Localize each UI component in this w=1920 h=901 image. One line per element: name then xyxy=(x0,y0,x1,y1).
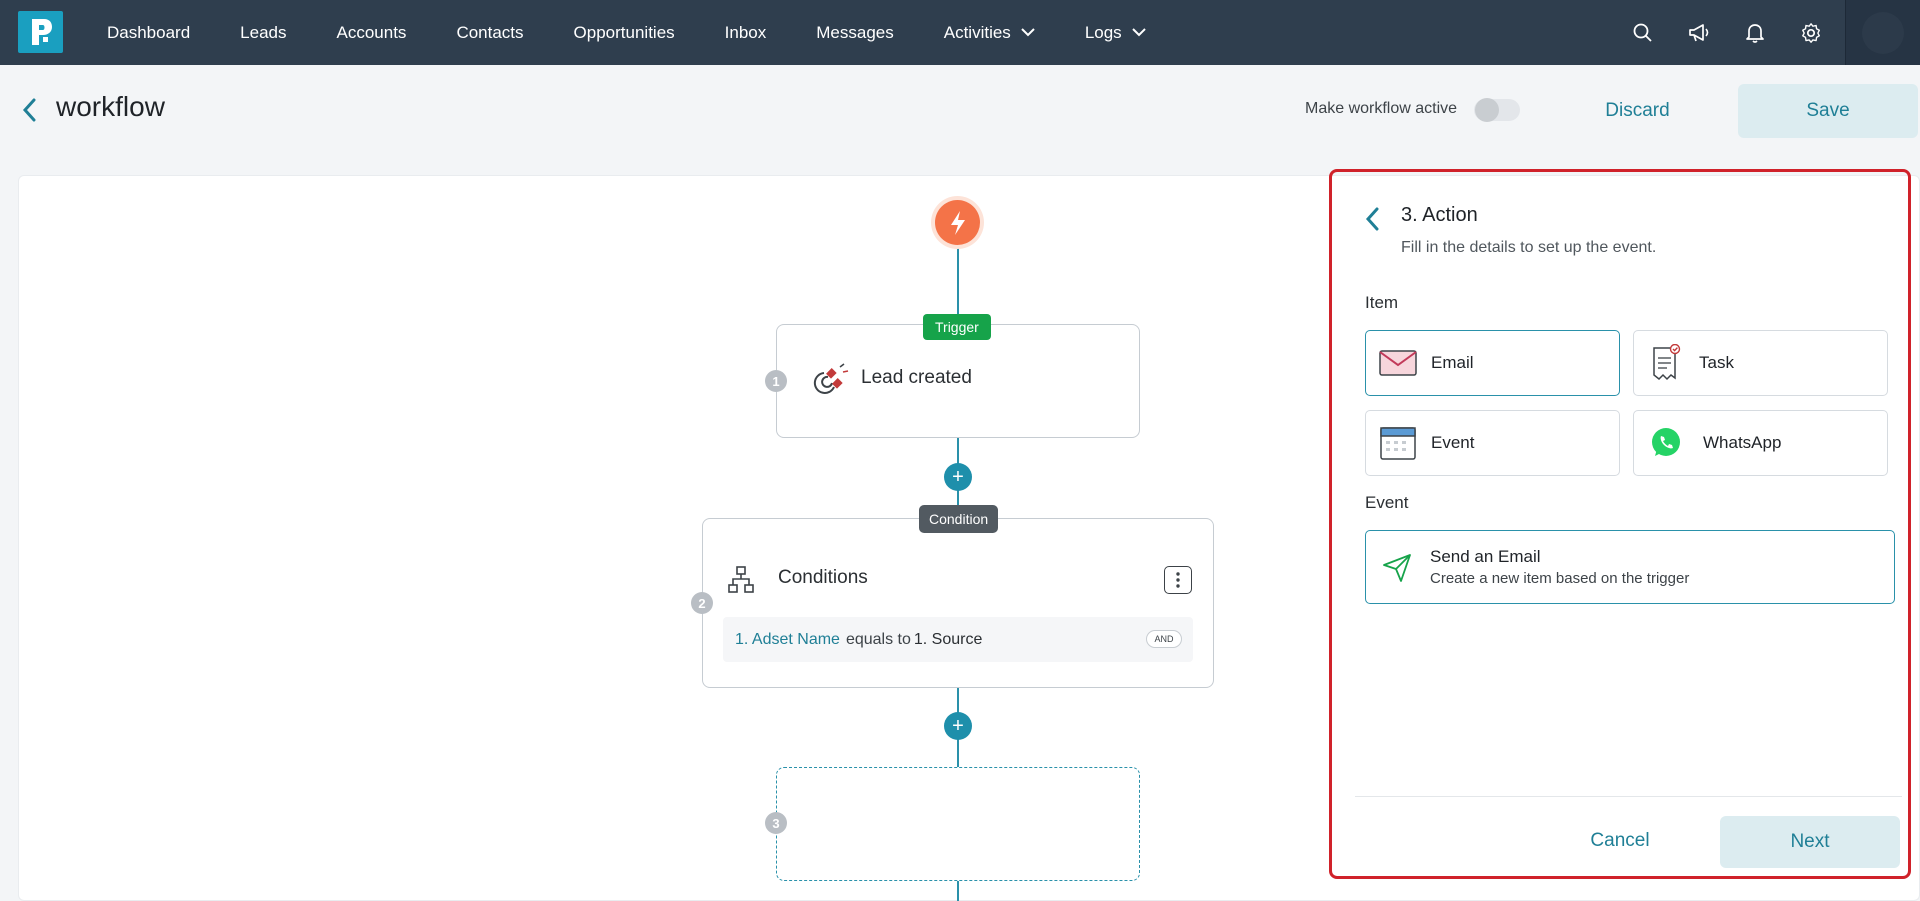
search-icon[interactable] xyxy=(1615,0,1671,65)
condition-value: 1. Source xyxy=(913,630,983,648)
connector-line xyxy=(957,881,959,901)
trigger-tag: Trigger xyxy=(923,314,991,340)
item-option-event[interactable]: Event xyxy=(1365,410,1620,476)
workflow-active-label: Make workflow active xyxy=(1305,100,1458,117)
and-badge[interactable]: AND xyxy=(1146,630,1182,648)
item-option-label: Email xyxy=(1431,353,1474,372)
chevron-down-icon xyxy=(1021,28,1035,37)
item-option-email[interactable]: Email xyxy=(1365,330,1620,396)
item-option-label: Task xyxy=(1699,353,1734,372)
avatar[interactable] xyxy=(1862,11,1904,54)
page-title: workflow xyxy=(56,91,165,122)
cancel-button[interactable]: Cancel xyxy=(1570,815,1670,867)
step-number: 1 xyxy=(765,370,787,392)
event-option-send-email[interactable]: Send an Email Create a new item based on… xyxy=(1365,530,1895,604)
top-nav: Dashboard Leads Accounts Contacts Opport… xyxy=(0,0,1920,65)
item-option-task[interactable]: Task xyxy=(1633,330,1888,396)
hierarchy-icon xyxy=(728,566,754,599)
nav-opportunities[interactable]: Opportunities xyxy=(549,23,700,43)
event-section-label: Event xyxy=(1365,493,1409,512)
add-step-button[interactable]: + xyxy=(944,712,972,740)
calendar-icon xyxy=(1379,424,1417,462)
gear-icon[interactable] xyxy=(1783,0,1839,65)
step-card-conditions[interactable] xyxy=(702,518,1214,688)
panel-subtitle: Fill in the details to set up the event. xyxy=(1401,239,1657,256)
step-number: 3 xyxy=(765,812,787,834)
task-icon xyxy=(1647,344,1685,382)
nav-logs[interactable]: Logs xyxy=(1060,23,1171,43)
step-title: Lead created xyxy=(861,367,972,388)
condition-operator: equals to xyxy=(845,630,911,648)
workflow-active-toggle[interactable] xyxy=(1474,98,1520,122)
highlight-outline xyxy=(1329,169,1911,879)
panel-divider xyxy=(1355,796,1902,797)
save-button[interactable]: Save xyxy=(1738,84,1918,138)
magnet-icon xyxy=(810,361,850,404)
nav-contacts[interactable]: Contacts xyxy=(431,23,548,43)
whatsapp-icon xyxy=(1647,424,1685,462)
megaphone-icon[interactable] xyxy=(1671,0,1727,65)
item-option-label: Event xyxy=(1431,433,1475,452)
discard-button[interactable]: Discard xyxy=(1590,85,1685,137)
more-options-icon[interactable] xyxy=(1164,566,1192,594)
panel-back-icon[interactable] xyxy=(1365,207,1379,236)
chevron-down-icon xyxy=(1131,28,1146,37)
nav-leads[interactable]: Leads xyxy=(215,23,311,43)
event-description: Create a new item based on the trigger xyxy=(1430,570,1690,587)
lightning-bolt-icon xyxy=(935,200,980,245)
item-section-label: Item xyxy=(1365,293,1399,312)
step-title: Conditions xyxy=(778,567,868,588)
step-card-placeholder[interactable] xyxy=(776,767,1140,881)
nav-dashboard[interactable]: Dashboard xyxy=(82,23,215,43)
nav-activities[interactable]: Activities xyxy=(919,23,1060,43)
item-option-label: WhatsApp xyxy=(1703,433,1782,452)
toggle-knob xyxy=(1475,98,1499,122)
connector-line xyxy=(957,245,959,325)
back-arrow-icon[interactable] xyxy=(22,98,36,127)
app-logo[interactable] xyxy=(18,11,63,53)
nav-inbox[interactable]: Inbox xyxy=(700,23,792,43)
user-menu[interactable] xyxy=(1845,0,1920,65)
condition-field: 1. Adset Name xyxy=(735,630,840,648)
bell-icon[interactable] xyxy=(1727,0,1783,65)
condition-rule[interactable]: 1. Adset Name equals to 1. Source xyxy=(723,617,1193,662)
item-option-whatsapp[interactable]: WhatsApp xyxy=(1633,410,1888,476)
email-icon xyxy=(1379,344,1417,382)
step-number: 2 xyxy=(691,592,713,614)
nav-messages[interactable]: Messages xyxy=(791,23,918,43)
paper-plane-icon xyxy=(1382,553,1412,588)
event-title: Send an Email xyxy=(1430,547,1541,566)
condition-tag: Condition xyxy=(919,505,999,533)
panel-title: 3. Action xyxy=(1401,204,1478,226)
next-button[interactable]: Next xyxy=(1720,816,1900,868)
add-step-button[interactable]: + xyxy=(944,463,972,491)
nav-accounts[interactable]: Accounts xyxy=(312,23,432,43)
